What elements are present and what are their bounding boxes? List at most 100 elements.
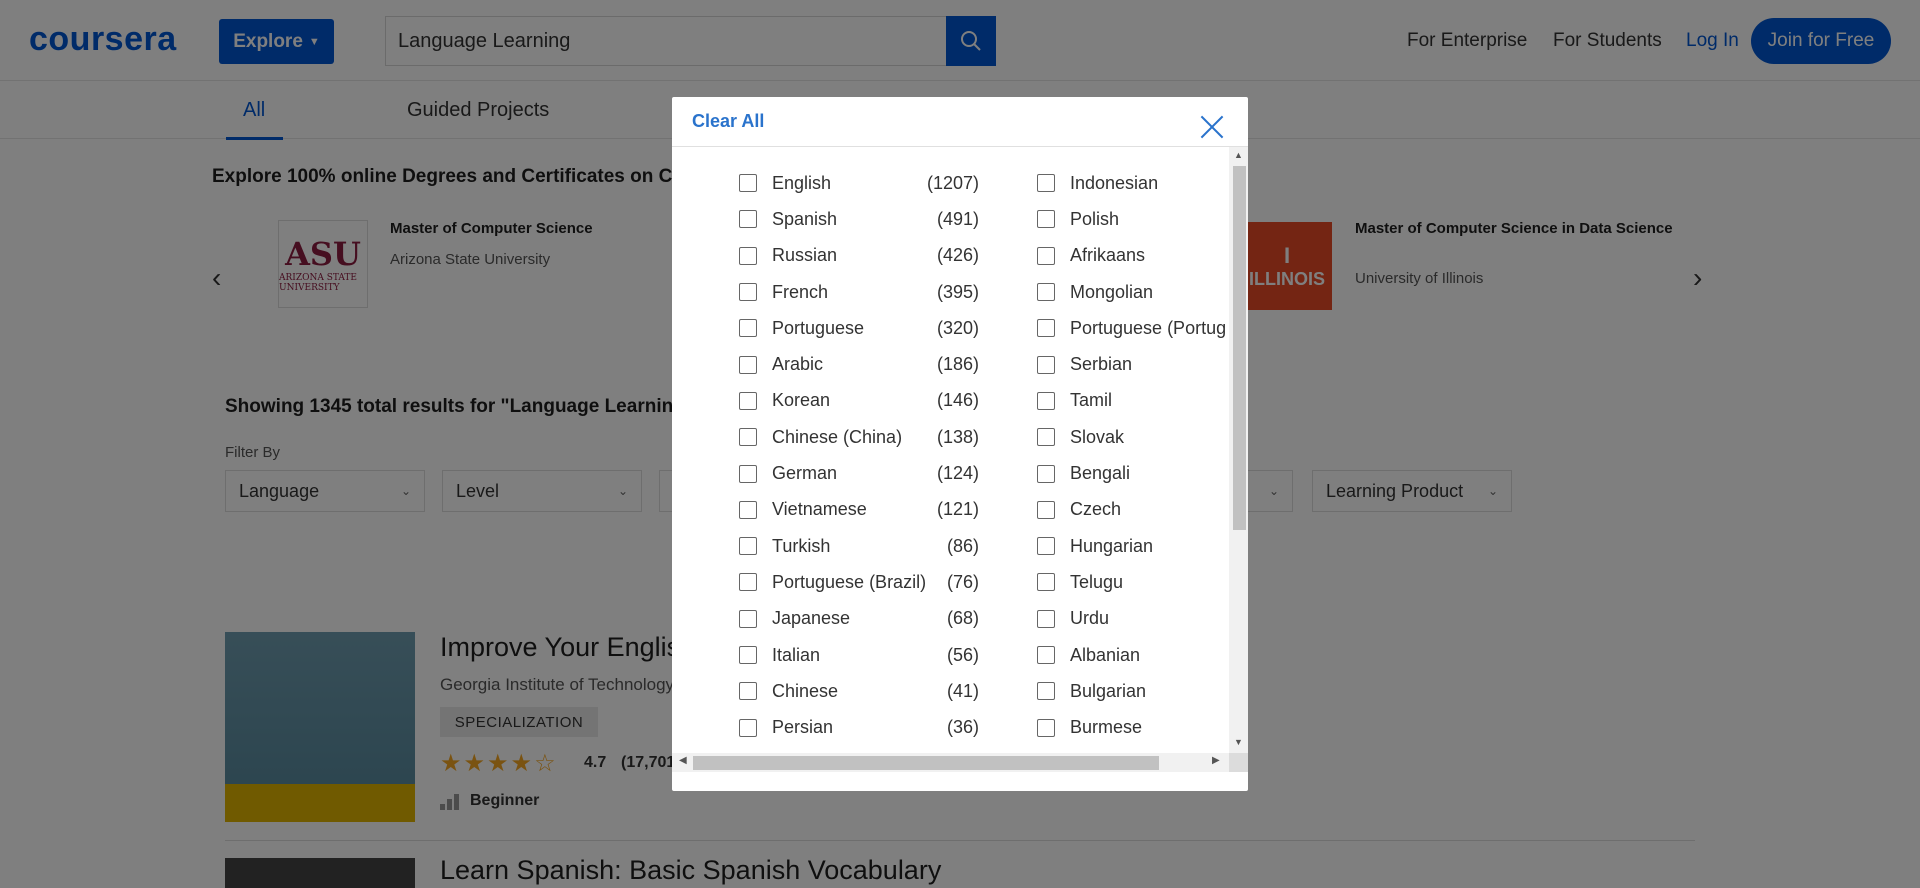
language-checkbox[interactable] — [1037, 355, 1055, 374]
language-name: Czech — [1070, 499, 1122, 520]
language-checkbox[interactable] — [739, 283, 757, 302]
language-checkbox[interactable] — [739, 246, 757, 265]
language-option[interactable]: Portuguese (Portug — [1037, 310, 1229, 346]
language-checkbox[interactable] — [739, 609, 757, 628]
language-option[interactable]: English (1207) — [739, 165, 979, 201]
language-count: (491) — [936, 208, 979, 229]
language-checkbox[interactable] — [739, 682, 757, 701]
language-name: English — [772, 172, 832, 193]
language-count: (124) — [936, 463, 979, 484]
language-checkbox[interactable] — [1037, 246, 1055, 265]
language-checkbox[interactable] — [739, 646, 757, 664]
language-option[interactable]: Burmese — [1037, 709, 1229, 745]
language-name: Telugu — [1070, 571, 1124, 592]
language-checkbox[interactable] — [1037, 573, 1055, 592]
scroll-down-icon[interactable]: ▼ — [1234, 737, 1243, 747]
close-icon[interactable] — [1199, 114, 1225, 140]
language-checkbox[interactable] — [1037, 174, 1055, 193]
language-option[interactable]: Italian (56) — [739, 637, 979, 673]
language-name: Albanian — [1070, 644, 1141, 665]
language-checkbox[interactable] — [739, 500, 757, 519]
language-option[interactable]: Mongolian — [1037, 274, 1229, 310]
language-checkbox[interactable] — [1037, 464, 1055, 483]
language-option[interactable]: Indonesian — [1037, 165, 1229, 201]
language-checkbox[interactable] — [1037, 609, 1055, 628]
horizontal-scrollbar-thumb[interactable] — [693, 756, 1159, 770]
language-name: Portuguese (Brazil) — [772, 571, 927, 592]
language-checkbox[interactable] — [739, 174, 757, 193]
language-option[interactable]: Russian (426) — [739, 238, 979, 274]
language-option[interactable]: Hungarian — [1037, 528, 1229, 564]
language-checkbox[interactable] — [1037, 319, 1055, 338]
language-checkbox[interactable] — [739, 391, 757, 410]
language-option[interactable]: Turkish (86) — [739, 528, 979, 564]
language-count: (186) — [936, 354, 979, 375]
language-checkbox[interactable] — [1037, 500, 1055, 519]
language-name: Turkish — [772, 535, 831, 556]
language-option[interactable]: Portuguese (320) — [739, 310, 979, 346]
language-option[interactable]: Albanian — [1037, 637, 1229, 673]
language-name: Bulgarian — [1070, 680, 1147, 701]
scroll-right-icon[interactable]: ▶ — [1212, 755, 1220, 766]
language-option[interactable]: Bengali — [1037, 455, 1229, 491]
language-count: (146) — [936, 390, 979, 411]
language-option[interactable]: Telugu — [1037, 564, 1229, 600]
language-option[interactable]: Slovak — [1037, 419, 1229, 455]
language-checkbox[interactable] — [1037, 646, 1055, 664]
vertical-scrollbar-thumb[interactable] — [1233, 166, 1246, 530]
language-name: Afrikaans — [1070, 245, 1146, 266]
language-option[interactable]: Korean (146) — [739, 383, 979, 419]
language-column: Indonesian Polish Afrikaans Mongolian Portug… — [1037, 165, 1229, 746]
clear-all-button[interactable]: Clear All — [692, 111, 764, 132]
language-option[interactable]: Japanese (68) — [739, 601, 979, 637]
language-name: Slovak — [1070, 426, 1125, 447]
language-checkbox[interactable] — [739, 210, 757, 229]
language-checkbox[interactable] — [739, 355, 757, 374]
language-option[interactable]: Spanish (491) — [739, 201, 979, 237]
language-checkbox[interactable] — [739, 573, 757, 592]
language-checkbox[interactable] — [739, 319, 757, 338]
language-checkbox[interactable] — [1037, 428, 1055, 447]
language-option[interactable]: Chinese (China) (138) — [739, 419, 979, 455]
language-option[interactable]: Czech — [1037, 492, 1229, 528]
language-count: (121) — [936, 499, 979, 520]
language-count: (36) — [946, 717, 979, 738]
language-option[interactable]: French (395) — [739, 274, 979, 310]
language-option[interactable]: Persian (36) — [739, 709, 979, 745]
language-checkbox[interactable] — [1037, 718, 1055, 737]
language-option[interactable]: Tamil — [1037, 383, 1229, 419]
language-option[interactable]: Polish — [1037, 201, 1229, 237]
language-count: (138) — [936, 426, 979, 447]
language-option[interactable]: Vietnamese (121) — [739, 492, 979, 528]
horizontal-scrollbar[interactable]: ◀ ▶ — [672, 753, 1229, 772]
language-option[interactable]: Portuguese (Brazil) (76) — [739, 564, 979, 600]
language-name: Portuguese (Portug — [1070, 317, 1227, 338]
language-option[interactable]: Serbian — [1037, 346, 1229, 382]
language-checkbox[interactable] — [739, 718, 757, 737]
language-list: English (1207) Spanish (491) Russian (426) Fre… — [672, 147, 1229, 753]
modal-header: Clear All — [672, 97, 1248, 147]
language-name: Indonesian — [1070, 172, 1159, 193]
language-checkbox[interactable] — [1037, 391, 1055, 410]
language-checkbox[interactable] — [739, 537, 757, 556]
language-name: Japanese — [772, 608, 851, 629]
scrollbar-corner — [1229, 753, 1248, 772]
language-checkbox[interactable] — [1037, 537, 1055, 556]
language-option[interactable]: German (124) — [739, 455, 979, 491]
language-checkbox[interactable] — [1037, 283, 1055, 302]
language-option[interactable]: Urdu — [1037, 601, 1229, 637]
language-checkbox[interactable] — [1037, 210, 1055, 229]
language-option[interactable]: Chinese (41) — [739, 673, 979, 709]
scroll-up-icon[interactable]: ▲ — [1234, 150, 1243, 160]
scroll-left-icon[interactable]: ◀ — [679, 755, 687, 766]
language-count: (1207) — [926, 172, 979, 193]
language-option[interactable]: Arabic (186) — [739, 346, 979, 382]
language-name: Spanish — [772, 208, 838, 229]
vertical-scrollbar[interactable]: ▲ ▼ — [1229, 147, 1248, 753]
language-checkbox[interactable] — [1037, 682, 1055, 701]
language-option[interactable]: Bulgarian — [1037, 673, 1229, 709]
language-checkbox[interactable] — [739, 428, 757, 447]
language-checkbox[interactable] — [739, 464, 757, 483]
language-count: (395) — [936, 281, 979, 302]
language-option[interactable]: Afrikaans — [1037, 238, 1229, 274]
